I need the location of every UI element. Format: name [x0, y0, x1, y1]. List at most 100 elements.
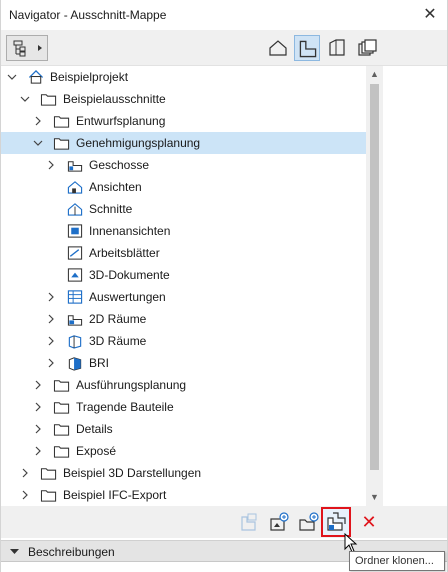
layout-book-icon[interactable] — [324, 35, 350, 61]
tree-row-label: Ausführungsplanung — [76, 378, 187, 392]
chevron-right-icon[interactable] — [33, 401, 43, 413]
folder-icon — [40, 94, 57, 106]
tree-row-label: Tragende Bauteile — [76, 400, 174, 414]
window-title: Navigator - Ausschnitt-Mappe — [9, 8, 167, 22]
tree-row-label: Schnitte — [89, 202, 133, 216]
chevron-down-icon[interactable] — [33, 137, 43, 149]
mouse-cursor-icon — [344, 533, 358, 553]
tooltip: Ordner klonen... — [349, 551, 445, 571]
chevron-right-icon[interactable] — [46, 159, 56, 171]
chevron-right-icon[interactable] — [33, 445, 43, 457]
tree-row-geschosse[interactable]: Geschosse — [1, 154, 366, 176]
tree-row-label: Beispiel 3D Darstellungen — [63, 466, 202, 480]
tree-row-genehmigungsplanung[interactable]: Genehmigungsplanung — [1, 132, 366, 154]
2d-zones-icon — [67, 315, 83, 326]
title-bar: Navigator - Ausschnitt-Mappe ✕ — [1, 0, 447, 30]
new-folder-icon[interactable] — [297, 510, 321, 534]
project-tree-icon — [13, 40, 42, 57]
tree-row-schnitte[interactable]: Schnitte — [1, 198, 366, 220]
delete-icon[interactable]: ✕ — [357, 510, 381, 534]
chevron-right-icon[interactable] — [46, 357, 56, 369]
tree-row-entwurfsplanung[interactable]: Entwurfsplanung — [1, 110, 366, 132]
tree-row-expos[interactable]: Exposé — [1, 440, 366, 462]
tree-row-label: Beispiel IFC-Export — [63, 488, 167, 502]
navigator-tree: Beispielprojekt Beispielausschnitte Entwur… — [1, 66, 366, 506]
tree-row-label: Exposé — [76, 444, 117, 458]
tree-row-label: Beispielausschnitte — [63, 92, 166, 106]
tree-row-ansichten[interactable]: Ansichten — [1, 176, 366, 198]
3d-zones-icon — [68, 335, 82, 349]
tree-row-label: Arbeitsblätter — [89, 246, 160, 260]
folder-icon — [53, 138, 70, 150]
schedule-icon — [67, 290, 83, 304]
chevron-right-icon[interactable] — [46, 313, 56, 325]
chevron-right-icon[interactable] — [20, 467, 30, 479]
folder-icon — [53, 380, 70, 392]
scrollbar-thumb[interactable] — [370, 84, 379, 470]
interior-elevation-icon — [67, 224, 83, 238]
chevron-right-icon[interactable] — [20, 489, 30, 501]
tree-row-label: BRI — [89, 356, 110, 370]
tree-row-label: Genehmigungsplanung — [76, 136, 201, 150]
tree-row-label: Entwurfsplanung — [76, 114, 166, 128]
project-map-icon[interactable] — [265, 35, 291, 61]
tree-row-label: Auswertungen — [89, 290, 166, 304]
scroll-down-icon[interactable]: ▼ — [366, 489, 383, 506]
delete-glyph: ✕ — [361, 512, 377, 532]
tree-row-beispiel-ifc-export[interactable]: Beispiel IFC-Export — [1, 484, 366, 506]
folder-icon — [53, 402, 70, 414]
view-map-icon[interactable] — [294, 35, 320, 61]
elevation-icon — [67, 181, 83, 194]
tree-row-label: Beispielprojekt — [50, 70, 129, 84]
tree-row-label: Geschosse — [89, 158, 150, 172]
navigator-action-bar: ✕ — [1, 506, 447, 538]
worksheet-icon — [67, 246, 83, 260]
tree-row-3d-räume[interactable]: 3D Räume — [1, 330, 366, 352]
tree-row-2d-räume[interactable]: 2D Räume — [1, 308, 366, 330]
chevron-right-icon[interactable] — [46, 291, 56, 303]
folder-icon — [53, 116, 70, 128]
tree-row-label: 2D Räume — [89, 312, 147, 326]
tree-row-ausführungsplanung[interactable]: Ausführungsplanung — [1, 374, 366, 396]
project-chooser-button[interactable] — [6, 35, 48, 61]
chevron-down-icon[interactable] — [7, 71, 17, 83]
chevron-down-icon[interactable] — [20, 93, 30, 105]
tree-row-label: Details — [76, 422, 113, 436]
3d-document-icon — [67, 268, 83, 282]
folder-icon — [53, 446, 70, 458]
scroll-up-icon[interactable]: ▲ — [366, 66, 383, 83]
folder-icon — [53, 424, 70, 436]
tree-row-tragende-bauteile[interactable]: Tragende Bauteile — [1, 396, 366, 418]
tree-row-label: 3D Räume — [89, 334, 147, 348]
tree-row-beispielausschnitte[interactable]: Beispielausschnitte — [1, 88, 366, 110]
tree-row-bri[interactable]: BRI — [1, 352, 366, 374]
navigator-toolbar — [1, 30, 447, 66]
stories-icon — [67, 161, 83, 172]
navigator-window: Navigator - Ausschnitt-Mappe ✕ Beispielp… — [0, 0, 448, 572]
tree-row-beispiel-3d-darstellungen[interactable]: Beispiel 3D Darstellungen — [1, 462, 366, 484]
tree-row-arbeitsblätter[interactable]: Arbeitsblätter — [1, 242, 366, 264]
tree-row-beispielprojekt[interactable]: Beispielprojekt — [1, 66, 366, 88]
tree-row-details[interactable]: Details — [1, 418, 366, 440]
save-view-icon[interactable] — [267, 510, 291, 534]
tree-row-label: Innenansichten — [89, 224, 171, 238]
folder-icon — [40, 468, 57, 480]
project-icon — [28, 70, 44, 84]
folder-icon — [40, 490, 57, 502]
settings-view-icon[interactable] — [237, 510, 261, 534]
chevron-right-icon[interactable] — [33, 423, 43, 435]
collapse-triangle-icon[interactable] — [10, 547, 19, 556]
chevron-right-icon[interactable] — [33, 379, 43, 391]
chevron-right-icon[interactable] — [33, 115, 43, 127]
publisher-sets-icon[interactable] — [354, 35, 380, 61]
section-icon — [67, 203, 83, 216]
chevron-right-icon[interactable] — [46, 335, 56, 347]
tree-row-innenansichten[interactable]: Innenansichten — [1, 220, 366, 242]
tree-row-auswertungen[interactable]: Auswertungen — [1, 286, 366, 308]
tree-row-3d-dokumente[interactable]: 3D-Dokumente — [1, 264, 366, 286]
volume-icon — [68, 357, 82, 371]
section-label: Beschreibungen — [28, 545, 115, 559]
tree-row-label: Ansichten — [89, 180, 142, 194]
close-icon[interactable]: ✕ — [419, 4, 441, 26]
vertical-scrollbar[interactable]: ▲ ▼ — [366, 66, 383, 506]
